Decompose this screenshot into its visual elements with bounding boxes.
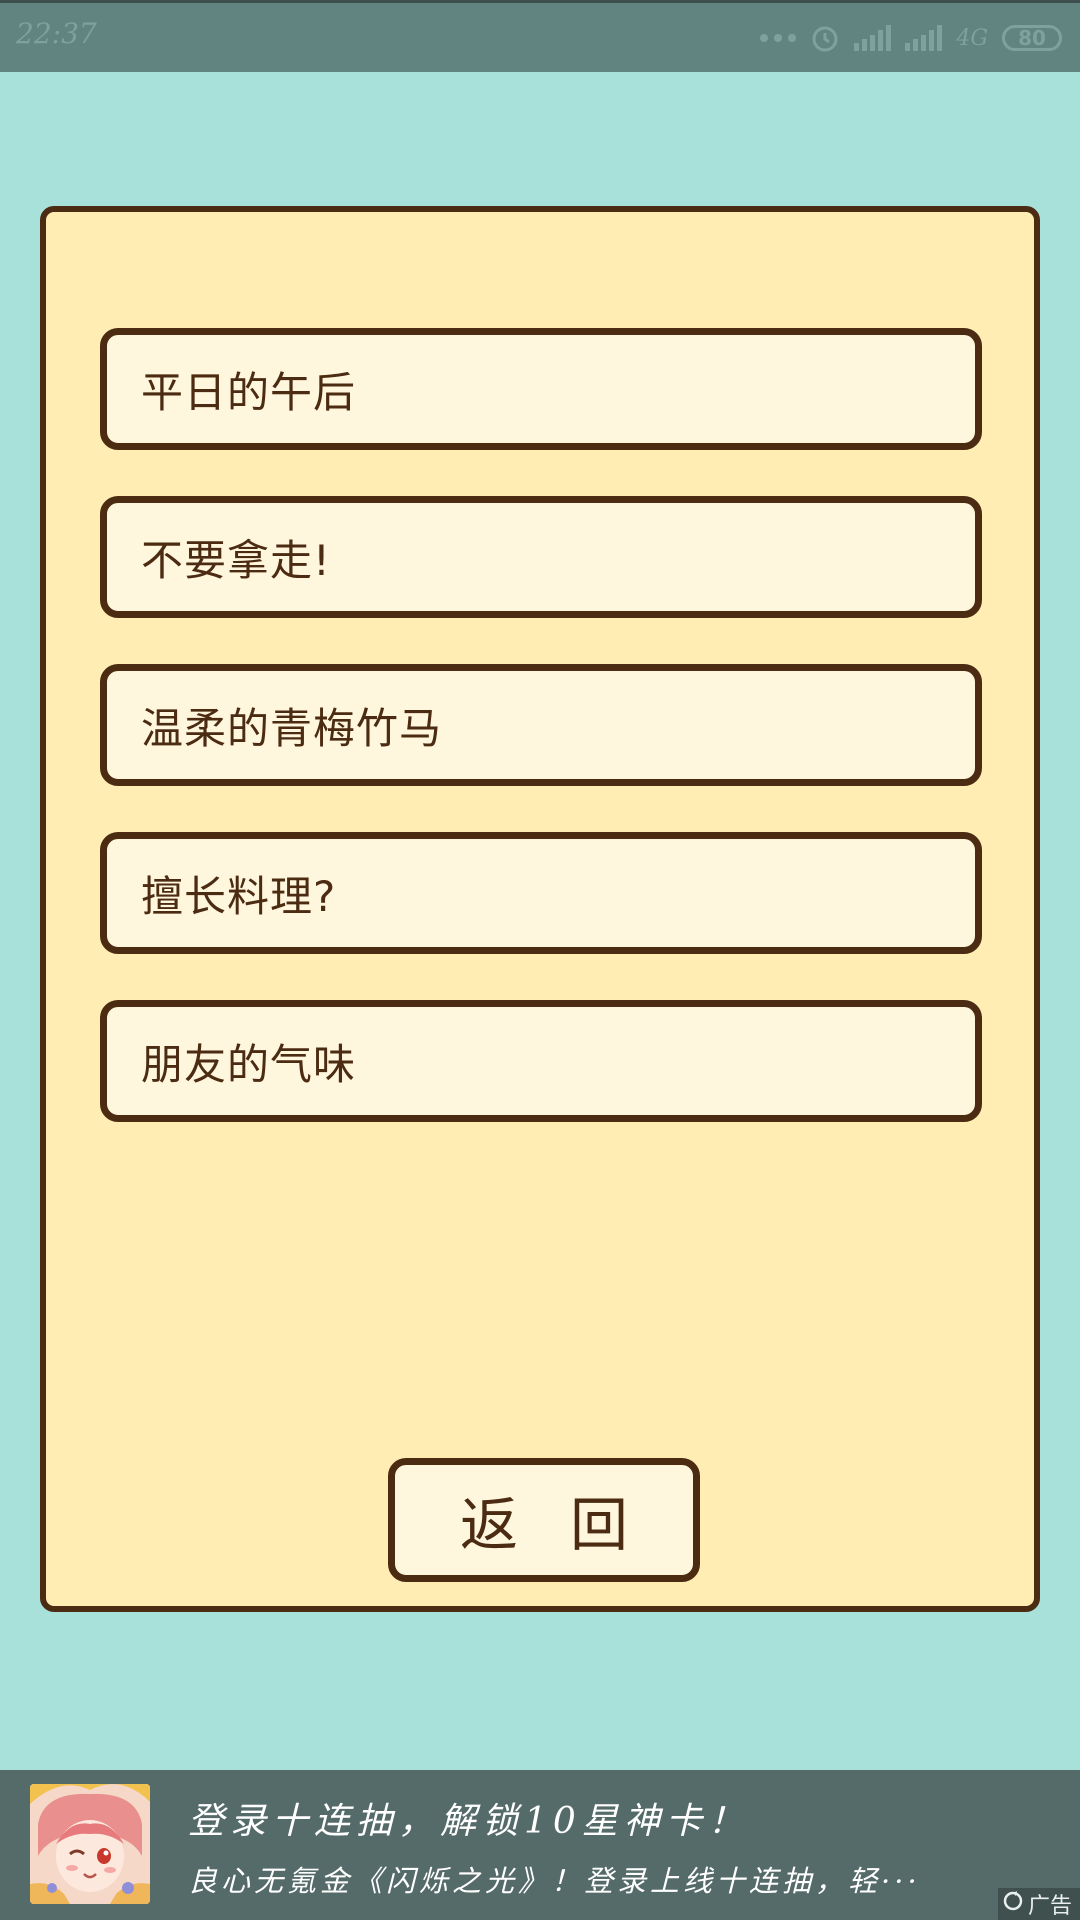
option-button-3[interactable]: 温柔的青梅竹马: [100, 664, 982, 786]
option-label: 不要拿走!: [141, 535, 331, 585]
option-button-1[interactable]: 平日的午后: [100, 328, 982, 450]
option-button-2[interactable]: 不要拿走!: [100, 496, 982, 618]
option-button-5[interactable]: 朋友的气味: [100, 1000, 982, 1122]
option-label: 朋友的气味: [141, 1039, 357, 1089]
ad-title: 登录十连抽，解锁10星神卡！: [188, 1801, 750, 1842]
ad-banner[interactable]: 登录十连抽，解锁10星神卡！ 良心无氪金《闪烁之光》！登录上线十连抽，轻··· …: [0, 1770, 1080, 1920]
option-button-4[interactable]: 擅长料理?: [100, 832, 982, 954]
network-type-label: 4G: [956, 25, 988, 51]
ad-tag: 广告: [997, 1888, 1080, 1920]
ad-refresh-icon: [1002, 1890, 1024, 1918]
option-label: 平日的午后: [141, 367, 357, 417]
more-notifications-icon: [760, 34, 797, 42]
status-bar: 22:37 4G 80: [0, 0, 1080, 72]
back-button-label: 返回: [459, 1491, 680, 1559]
option-label: 擅长料理?: [141, 871, 337, 921]
status-icons: 4G 80: [760, 21, 1062, 55]
ad-tag-label: 广告: [1027, 1894, 1072, 1919]
signal-icon-sim2: [905, 25, 943, 51]
menu-panel: 平日的午后 不要拿走! 温柔的青梅竹马 擅长料理? 朋友的气味 返回: [40, 206, 1040, 1612]
ad-description: 良心无氪金《闪烁之光》！登录上线十连抽，轻···: [188, 1864, 921, 1898]
battery-level: 80: [1018, 26, 1046, 50]
ad-app-icon[interactable]: [30, 1784, 150, 1904]
signal-icon-sim1: [854, 25, 892, 51]
option-list: 平日的午后 不要拿走! 温柔的青梅竹马 擅长料理? 朋友的气味: [100, 328, 982, 1168]
alarm-icon: [810, 23, 840, 53]
battery-icon: 80: [1002, 25, 1062, 51]
status-time: 22:37: [16, 17, 97, 50]
back-button[interactable]: 返回: [388, 1458, 700, 1582]
option-label: 温柔的青梅竹马: [141, 703, 443, 753]
